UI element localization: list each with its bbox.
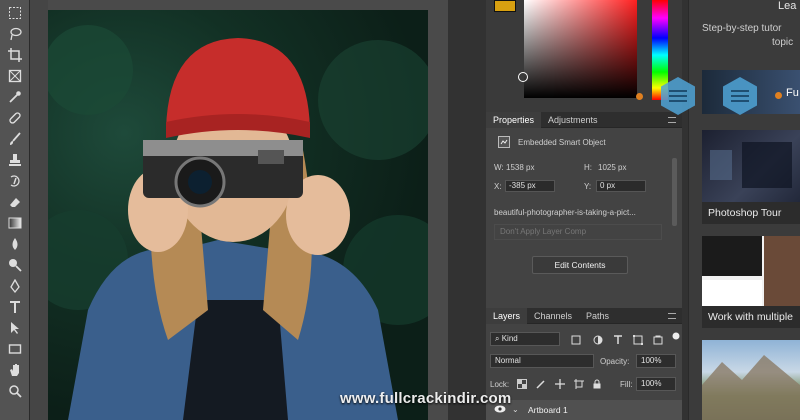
fundamentals-label: Fu [786,87,799,99]
hexagon-icon [661,77,695,115]
smart-object-icon [498,136,510,150]
tools-toolbar [0,0,30,420]
crop-icon[interactable] [7,48,23,62]
tab-properties[interactable]: Properties [486,111,542,128]
lock-pixels-icon[interactable] [535,378,546,389]
lock-artboard-icon[interactable] [573,378,584,389]
hue-marker [636,93,643,100]
tutorial-photoshop-tour[interactable]: Photoshop Tour [702,202,800,224]
width-value[interactable]: 1538 px [506,163,534,172]
tab-paths[interactable]: Paths [579,308,616,324]
opacity-field[interactable]: 100% [636,354,676,368]
filter-toggle-icon[interactable] [670,330,681,341]
object-type-label: Embedded Smart Object [518,138,606,147]
x-label: X: [494,182,502,191]
eraser-icon[interactable] [7,195,23,209]
learn-subtitle: Step-by-step tutor topic [702,22,793,50]
lock-all-icon[interactable] [591,378,602,389]
chevron-down-icon[interactable]: ⌄ [512,405,519,414]
layers-menu-icon[interactable] [668,313,676,319]
adjustment-filter-icon[interactable] [592,334,603,345]
zoom-icon[interactable] [7,384,23,398]
filter-kind-value: Kind [501,334,518,343]
rectangle-icon[interactable] [7,342,23,356]
learn-title: Lea [778,0,797,12]
fill-label: Fill: [620,380,633,389]
fundamentals-bullet [775,92,782,99]
eyedropper-icon[interactable] [7,90,23,104]
height-label: H: [584,163,592,172]
properties-scrollbar[interactable] [672,158,677,226]
color-picker-field[interactable] [524,0,637,98]
properties-panel [486,128,682,308]
type-icon[interactable] [7,300,23,314]
x-position-field[interactable]: -385 px [505,180,555,192]
tab-layers[interactable]: Layers [486,307,528,324]
y-position-field[interactable]: 0 px [596,180,646,192]
shape-filter-icon[interactable] [632,334,643,345]
marquee-icon[interactable] [7,6,23,20]
layer-row-artboard[interactable]: ⌄ Artboard 1 [486,400,682,420]
lasso-icon[interactable] [7,27,23,41]
path-select-icon[interactable] [7,321,23,335]
properties-tabbar: Properties Adjustments [486,111,682,128]
search-icon: ⌕ [495,334,502,343]
landscape-thumbnail[interactable] [702,340,800,420]
multiple-images-thumbnail[interactable] [702,236,800,306]
height-value[interactable]: 1025 px [598,163,626,172]
smart-filter-icon[interactable] [652,334,663,345]
tutorial-multiple-images[interactable]: Work with multiple [702,306,800,328]
hexagon-icon-2 [723,77,757,115]
fill-field[interactable]: 100% [636,377,676,391]
opacity-label: Opacity: [600,357,630,366]
brush-icon[interactable] [7,132,23,146]
learn-subtitle-line-1: Step-by-step tutor [702,23,782,34]
photoshop-tour-thumbnail[interactable] [702,130,800,202]
gradient-icon[interactable] [7,216,23,230]
hand-icon[interactable] [7,363,23,377]
tab-adjustments[interactable]: Adjustments [541,112,605,128]
canvas-photo [48,10,428,420]
stamp-icon[interactable] [7,153,23,167]
dodge-icon[interactable] [7,258,23,272]
watermark-text: www.fullcrackindir.com [340,390,512,407]
tab-channels[interactable]: Channels [527,308,579,324]
blend-mode-select[interactable]: Normal [490,354,594,368]
learn-subtitle-line-2: topic [772,37,794,48]
healing-icon[interactable] [7,111,23,125]
pen-icon[interactable] [7,279,23,293]
filter-kind-select[interactable]: ⌕ Kind [490,332,560,346]
width-label: W: [494,163,504,172]
layers-tabbar: Layers Channels Paths [486,307,682,324]
layer-comp-select: Don't Apply Layer Comp [494,224,662,240]
pixel-filter-icon[interactable] [570,334,581,345]
y-label: Y: [584,182,592,191]
lock-position-icon[interactable] [554,378,565,389]
foreground-color-swatch[interactable] [494,0,516,12]
history-brush-icon[interactable] [7,174,23,188]
lock-label: Lock: [490,380,510,389]
layer-name: Artboard 1 [528,405,568,415]
frame-icon[interactable] [7,69,23,83]
color-picker-handle[interactable] [518,72,528,82]
type-filter-icon[interactable] [612,334,623,345]
blur-icon[interactable] [7,237,23,251]
panel-menu-icon[interactable] [668,117,676,123]
linked-filename: beautiful-photographer-is-taking-a-pict.… [494,208,636,217]
workspace-gutter [30,0,48,420]
lock-transparent-icon[interactable] [516,378,527,389]
edit-contents-button[interactable]: Edit Contents [532,256,628,274]
document-canvas[interactable] [48,0,448,420]
